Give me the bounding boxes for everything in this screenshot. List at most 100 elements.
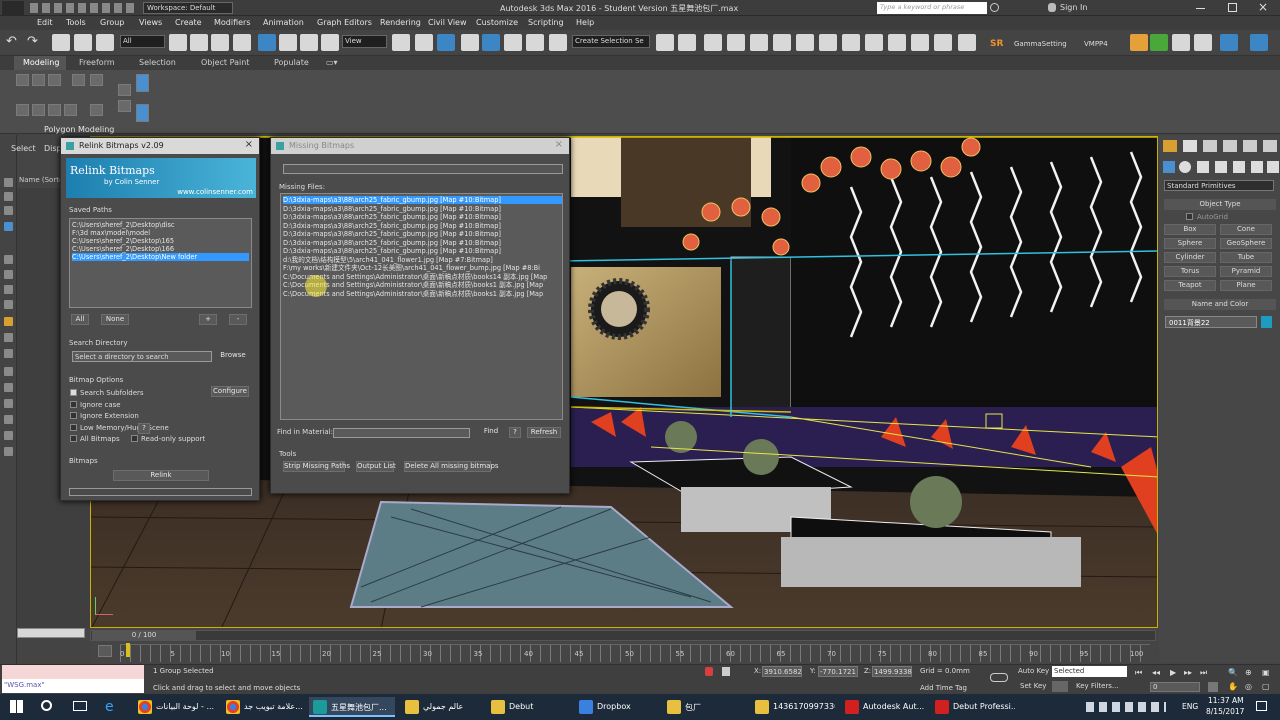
- mirror-icon[interactable]: [656, 34, 674, 51]
- search-input[interactable]: Type a keyword or phrase: [877, 2, 987, 14]
- redo-icon[interactable]: ↷: [27, 34, 45, 51]
- find-button[interactable]: Find: [477, 427, 505, 438]
- teapot-button[interactable]: Teapot: [1164, 280, 1216, 291]
- undo-icon[interactable]: ↶: [6, 34, 24, 51]
- none-button[interactable]: None: [101, 314, 129, 325]
- ribbon-button[interactable]: [32, 74, 45, 86]
- all-bitmaps-checkbox[interactable]: [70, 435, 77, 442]
- close-icon[interactable]: ×: [1258, 0, 1268, 14]
- scene-explorer-name-column[interactable]: Name (Sorte: [19, 176, 63, 184]
- taskbar-item[interactable]: علامة تبويب جد...: [222, 697, 304, 717]
- tool-icon[interactable]: [4, 317, 13, 326]
- quick-access-icons[interactable]: [30, 3, 135, 13]
- unlink-icon[interactable]: [74, 34, 92, 51]
- tool-icon[interactable]: [4, 447, 13, 456]
- pan-icon[interactable]: ✋: [1228, 682, 1238, 691]
- select-by-name-icon[interactable]: [190, 34, 208, 51]
- orbit-icon[interactable]: ◎: [1245, 682, 1252, 691]
- workspace-select[interactable]: Workspace: Default: [143, 2, 233, 14]
- list-item-selected[interactable]: C:\Users\sheref_2\Desktop\New folder: [72, 253, 249, 261]
- time-slider-thumb[interactable]: 0 / 100: [92, 631, 196, 640]
- list-item-selected[interactable]: D:\3dxia-maps\a3\88\arch25_fabric_gbump.…: [283, 196, 562, 204]
- primitive-type-select[interactable]: Standard Primitives: [1164, 180, 1274, 191]
- plugin-icon-5[interactable]: [1220, 34, 1238, 51]
- shapes-icon[interactable]: [1179, 161, 1191, 173]
- a360-render-icon[interactable]: [934, 34, 952, 51]
- help-button[interactable]: ?: [138, 423, 150, 434]
- saved-paths-list[interactable]: C:\Users\sheref_2\Desktop\disc F:\3d max…: [69, 218, 252, 308]
- ribbon-button[interactable]: [90, 74, 103, 86]
- ribbon-edit-icon[interactable]: [136, 104, 149, 122]
- helpers-icon[interactable]: [1233, 161, 1245, 173]
- plugin-icon-4[interactable]: [1194, 34, 1212, 51]
- list-item[interactable]: C:\Users\sheref_2\Desktop\165: [72, 237, 174, 245]
- set-key-icon[interactable]: [1052, 681, 1068, 692]
- menu-civil-view[interactable]: Civil View: [428, 18, 467, 27]
- ribbon-stack-icon[interactable]: [136, 74, 149, 92]
- y-coordinate[interactable]: -770.1721: [818, 666, 858, 677]
- angle-snap-icon[interactable]: [482, 34, 500, 51]
- rendered-frame-icon[interactable]: [865, 34, 883, 51]
- ribbon-button[interactable]: [90, 104, 103, 116]
- list-item[interactable]: D:\3dxia-maps\a3\88\arch25_fabric_gbump.…: [283, 205, 501, 213]
- tool-icon[interactable]: [4, 349, 13, 358]
- taskbar-item[interactable]: Dropbox: [575, 697, 657, 717]
- menu-customize[interactable]: Customize: [476, 18, 518, 27]
- language-indicator[interactable]: ENG: [1182, 702, 1198, 711]
- scene-explorer-scroll[interactable]: [17, 628, 85, 638]
- list-item[interactable]: F:\3d max\model\model: [72, 229, 150, 237]
- remove-path-button[interactable]: -: [229, 314, 247, 325]
- windows-start-icon[interactable]: [10, 700, 23, 713]
- taskbar-item[interactable]: لوحة البيانات - ...: [134, 697, 216, 717]
- output-list-button[interactable]: Output List: [356, 461, 396, 472]
- ribbon-button[interactable]: [48, 74, 61, 86]
- toggle-ribbon-icon[interactable]: [750, 34, 768, 51]
- missing-help-button[interactable]: ?: [509, 427, 521, 438]
- missing-files-list[interactable]: D:\3dxia-maps\a3\88\arch25_fabric_gbump.…: [280, 193, 563, 420]
- time-slider[interactable]: 0 / 100: [90, 630, 1156, 641]
- percent-snap-icon[interactable]: [504, 34, 522, 51]
- clock-time[interactable]: 11:37 AM: [1208, 696, 1244, 705]
- taskbar-item[interactable]: Debut: [487, 697, 569, 717]
- tool-icon[interactable]: [4, 415, 13, 424]
- z-coordinate[interactable]: 1499.9338: [872, 666, 912, 677]
- tool-icon[interactable]: [4, 206, 13, 215]
- lights-icon[interactable]: [1197, 161, 1209, 173]
- tool-icon[interactable]: [4, 367, 13, 376]
- list-item[interactable]: D:\3dxia-maps\a3\88\arch25_fabric_gbump.…: [283, 213, 501, 221]
- tool-icon[interactable]: [4, 255, 13, 264]
- modify-tab-icon[interactable]: [1183, 140, 1197, 152]
- material-editor-icon[interactable]: [819, 34, 837, 51]
- add-path-button[interactable]: +: [199, 314, 217, 325]
- ribbon-button[interactable]: [118, 84, 131, 96]
- low-memory-checkbox[interactable]: [70, 424, 77, 431]
- menu-modifiers[interactable]: Modifiers: [214, 18, 251, 27]
- menu-edit[interactable]: Edit: [37, 18, 53, 27]
- maximize-viewport-icon[interactable]: ▢: [1262, 682, 1270, 691]
- cameras-icon[interactable]: [1215, 161, 1227, 173]
- named-selection-sets-select[interactable]: Create Selection Se: [572, 35, 650, 48]
- tool-icon[interactable]: [4, 333, 13, 342]
- tab-freeform[interactable]: Freeform: [79, 58, 115, 67]
- key-mode-select[interactable]: Selected: [1052, 666, 1127, 677]
- relink-close-icon[interactable]: ×: [245, 139, 253, 150]
- maxscript-listener[interactable]: "WSG.max": [2, 679, 144, 693]
- taskbar-item[interactable]: عالم جمولي: [401, 697, 483, 717]
- missing-dialog-title[interactable]: Missing Bitmaps: [271, 138, 569, 154]
- list-item[interactable]: d:\我的文档\结构模型\5\arch41_041_flower1.jpg [M…: [283, 256, 493, 264]
- tab-object-paint[interactable]: Object Paint: [201, 58, 249, 67]
- spacewarps-icon[interactable]: [1251, 161, 1263, 173]
- autogrid-checkbox[interactable]: [1186, 213, 1193, 220]
- geometry-icon[interactable]: [1163, 161, 1175, 173]
- tool-icon[interactable]: [4, 178, 13, 187]
- keyboard-shortcut-icon[interactable]: [437, 34, 455, 51]
- link-icon[interactable]: [52, 34, 70, 51]
- render-production-icon[interactable]: [888, 34, 906, 51]
- tab-selection[interactable]: Selection: [139, 58, 176, 67]
- name-color-rollout[interactable]: Name and Color: [1164, 299, 1276, 310]
- menu-rendering[interactable]: Rendering: [380, 18, 421, 27]
- ignore-extension-checkbox[interactable]: [70, 412, 77, 419]
- display-tab-icon[interactable]: [1243, 140, 1257, 152]
- placement-icon[interactable]: [321, 34, 339, 51]
- tool-icon[interactable]: [4, 285, 13, 294]
